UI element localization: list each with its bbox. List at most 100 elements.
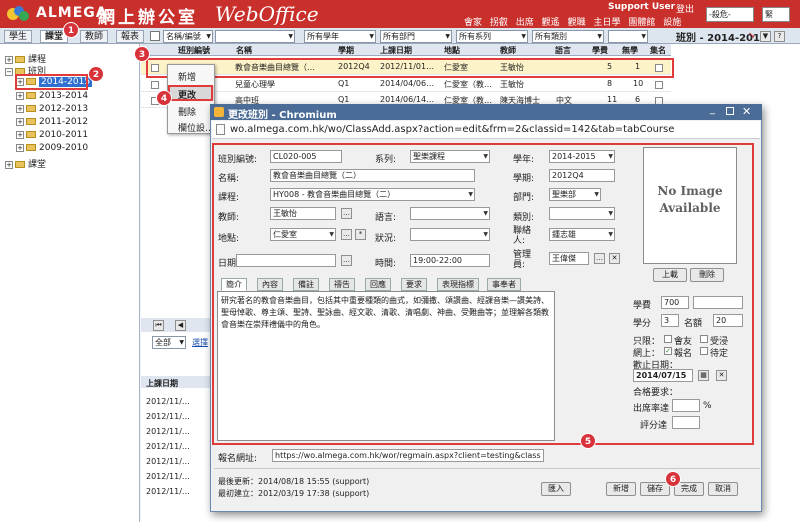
col-header-fee[interactable]: 學費 [592,45,608,56]
course-select[interactable]: HY008 - 教會音樂曲目總覽（二） [270,188,475,201]
minimize-icon[interactable]: _ [710,105,718,116]
tab-reports[interactable]: 報表 [116,30,145,43]
ctx-item-delete[interactable]: 刪除 [178,105,196,118]
contact-select[interactable]: 鍾志雄 [549,228,615,241]
tab-notes[interactable]: 備註 [293,278,319,291]
col-header-term[interactable]: 學期 [338,45,354,56]
list-item[interactable]: 2012/11/… [146,454,190,469]
col-header-place[interactable]: 地點 [444,45,460,56]
manager-field[interactable]: 王偉傑 [549,252,589,265]
year-select[interactable]: 2014-2015 [549,150,615,163]
maximize-icon[interactable] [726,107,734,115]
series-select[interactable]: 聖樂課程 [410,150,490,163]
time-field[interactable]: 19:00-22:00 [410,254,490,267]
header-select-1[interactable]: -殺危- [706,7,754,22]
tab-content[interactable]: 內容 [257,278,283,291]
dropdown-button[interactable]: ▼ [760,31,771,42]
select-link[interactable]: 選擇 [192,337,208,348]
manager-lookup-button[interactable]: … [594,253,605,264]
top-link[interactable]: 主日學 [593,18,620,28]
logout-link[interactable]: 登出 [676,2,694,15]
signup-url-field[interactable]: https://wo.almega.com.hk/wor/regmain.asp… [272,449,544,462]
language-select[interactable] [410,207,490,220]
list-item[interactable]: 2012/11/… [146,424,190,439]
fee-field[interactable]: 700 [661,296,689,309]
col-header-code[interactable]: 班別編號 [178,45,210,56]
col-header-language[interactable]: 語言 [555,45,571,56]
col-header-count[interactable]: 無學 [622,45,638,56]
tree-node-year[interactable]: +2010-2011 [16,130,88,140]
teacher-lookup-button[interactable]: … [341,208,352,219]
filter-extra[interactable] [608,30,648,43]
upload-button[interactable]: 上載 [653,268,687,282]
list-item[interactable]: 2012/11/… [146,409,190,424]
member-checkbox[interactable] [664,335,672,343]
cell-signup-checkbox[interactable] [655,81,663,89]
filter-category[interactable]: 所有類別 [532,30,604,43]
col-header-name[interactable]: 名稱 [236,45,252,56]
baptized-checkbox[interactable] [700,335,708,343]
tree-node-year[interactable]: +2011-2012 [16,117,88,127]
search-input[interactable] [215,30,295,43]
welcome-date-field[interactable]: 2014/07/15 [633,369,693,382]
quota-field[interactable]: 20 [713,314,743,327]
class-no-field[interactable]: CL020-005 [270,150,342,163]
tab-students[interactable]: 學生 [4,30,33,43]
date-picker-button[interactable]: … [341,255,352,266]
save-button[interactable]: 儲存 [640,482,670,496]
place-select[interactable]: 仁愛室 [270,228,336,241]
header-select-2[interactable]: 緊 [762,7,790,22]
list-item[interactable]: 2012/11/… [146,439,190,454]
tab-prayer[interactable]: 禱告 [329,278,355,291]
list-item[interactable]: 2012/11/… [146,469,190,484]
top-link[interactable]: 設施 [663,18,681,28]
delete-photo-button[interactable]: 刪除 [690,268,724,282]
table-row[interactable]: 兒童心理學 Q1 2014/04/06… 仁愛室（教… 王敏怡 8 10 [141,77,671,92]
ctx-item-columns[interactable]: 欄位設… [178,121,214,134]
col-header-teacher[interactable]: 教師 [500,45,516,56]
tree-node-year[interactable]: +2012-2013 [16,104,88,114]
credit-field[interactable]: 3 [661,314,679,327]
filter-series[interactable]: 所有系列 [456,30,528,43]
tab-indicators[interactable]: 表現指標 [437,278,479,291]
top-link[interactable]: 拐叡 [490,18,508,28]
import-button[interactable]: 匯入 [541,482,571,496]
teacher-field[interactable]: 王敏怡 [270,207,336,220]
signup-checkbox-checked[interactable]: ✓ [664,347,672,355]
help-button[interactable]: ? [774,31,785,42]
select-all-dropdown[interactable]: 全部 [152,336,186,349]
tab-servers[interactable]: 事奉者 [487,278,521,291]
row-checkbox[interactable] [151,81,159,89]
list-item[interactable]: 2012/11/… [146,394,190,409]
status-select[interactable] [410,228,490,241]
top-link[interactable]: 觀職 [568,18,586,28]
date-field[interactable] [236,254,336,267]
date-clear-button[interactable]: ✕ [716,370,727,381]
tab-requirements[interactable]: 要求 [401,278,427,291]
tree-node-classroom[interactable]: + 課堂 [5,157,46,170]
close-icon[interactable]: ✕ [742,105,751,118]
term-field[interactable]: 2012Q4 [549,169,615,182]
search-icon[interactable] [150,31,160,41]
place-info-button[interactable]: * [355,229,366,240]
col-header-signup[interactable]: 集名 [650,45,666,56]
tab-teachers[interactable]: 教師 [80,30,109,43]
calendar-icon[interactable]: ▦ [698,370,709,381]
name-field[interactable]: 教會音樂曲目總覽（二） [270,169,475,182]
first-page-button[interactable]: ⏮ [153,320,164,331]
category-select[interactable] [549,207,615,220]
cancel-button[interactable]: 取消 [708,482,738,496]
tree-node-year[interactable]: +2013-2014 [16,91,88,101]
new-button[interactable]: 新增 [606,482,636,496]
fee-extra-field[interactable] [693,296,743,309]
attendance-field[interactable] [672,399,700,412]
filter-department[interactable]: 所有部門 [380,30,452,43]
top-link[interactable]: 會家 [464,18,482,28]
pending-checkbox[interactable] [700,347,708,355]
prev-page-button[interactable]: ◀ [175,320,186,331]
place-lookup-button[interactable]: … [341,229,352,240]
tree-node-year[interactable]: +2009-2010 [16,143,88,153]
top-link[interactable]: 觀遙 [542,18,560,28]
filter-name-code[interactable]: 名稱/編號 [163,30,213,43]
list-item[interactable]: 2012/11/… [146,484,190,499]
